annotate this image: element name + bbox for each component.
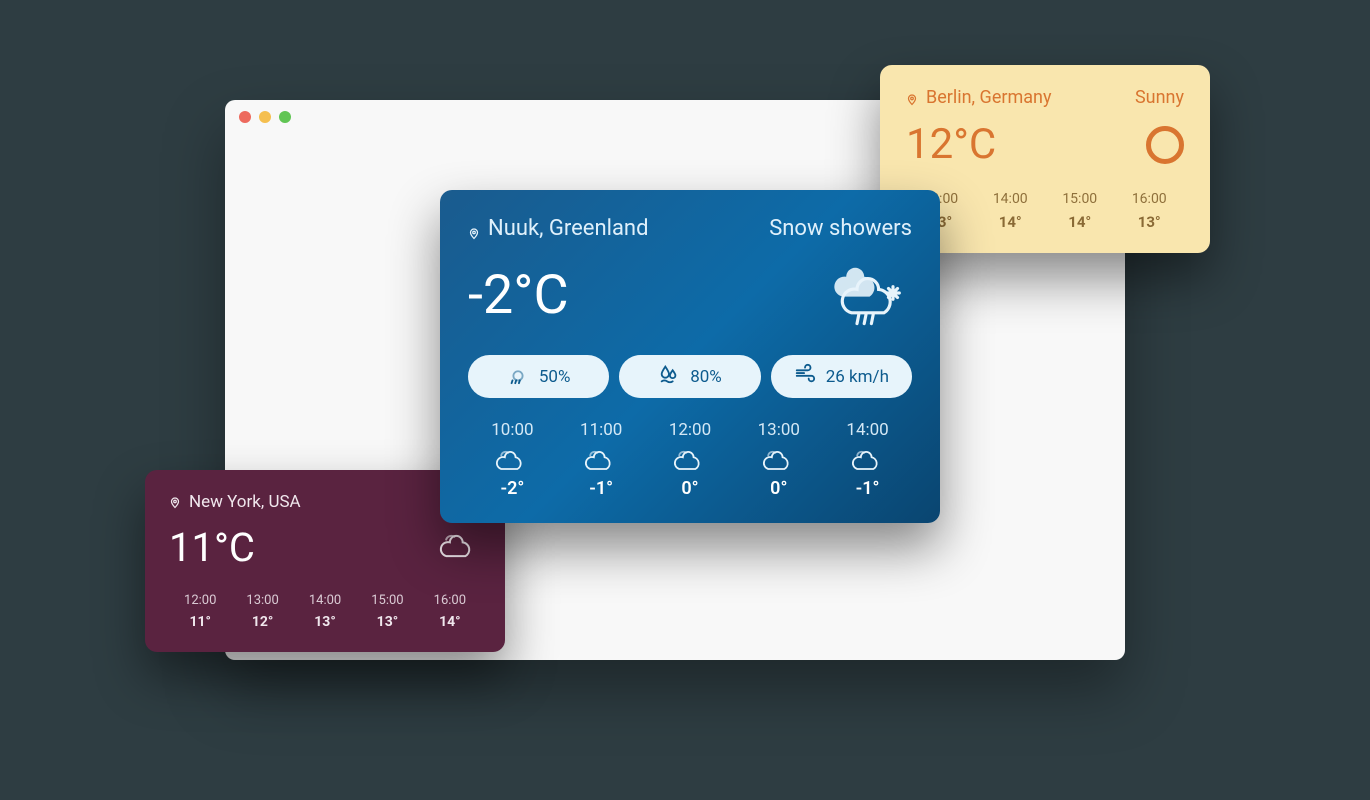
humidity-pill: 80% — [619, 355, 760, 398]
forecast-time: 11:00 — [557, 420, 646, 440]
forecast-item: 14:00 14° — [976, 191, 1046, 231]
forecast-item: 14:00 -1° — [823, 420, 912, 499]
forecast-row: 12:00 11° 13:00 12° 14:00 13° 15:00 13° … — [169, 593, 481, 630]
forecast-item: 16:00 14° — [419, 593, 481, 630]
forecast-item: 13:00 12° — [231, 593, 293, 630]
forecast-temp: 13° — [356, 614, 418, 630]
forecast-time: 15:00 — [356, 593, 418, 608]
forecast-temp: 11° — [169, 614, 231, 630]
wind-icon — [794, 363, 816, 390]
weather-card-nuuk[interactable]: Nuuk, Greenland Snow showers -2°C — [440, 190, 940, 523]
wind-value: 26 km/h — [826, 367, 889, 387]
forecast-time: 12:00 — [169, 593, 231, 608]
forecast-temp: 12° — [231, 614, 293, 630]
cloud-icon — [646, 446, 735, 474]
humidity-icon — [658, 363, 680, 390]
location-pin-icon — [468, 221, 480, 237]
cloud-icon — [734, 446, 823, 474]
forecast-item: 11:00 -1° — [557, 420, 646, 499]
wind-pill: 26 km/h — [771, 355, 912, 398]
weather-metrics: 50% 80% 26 km/h — [468, 355, 912, 398]
forecast-temp: -2° — [468, 478, 557, 499]
forecast-item: 14:00 13° — [294, 593, 356, 630]
raindrop-icon — [507, 363, 529, 390]
cloud-icon — [823, 446, 912, 474]
forecast-temp: 0° — [734, 478, 823, 499]
window-maximize-icon[interactable] — [279, 111, 291, 123]
forecast-time: 14:00 — [294, 593, 356, 608]
current-temperature: 12°C — [906, 120, 996, 169]
forecast-time: 10:00 — [468, 420, 557, 440]
cloud-icon — [557, 446, 646, 474]
forecast-item: 15:00 13° — [356, 593, 418, 630]
forecast-item: 12:00 11° — [169, 593, 231, 630]
cloudy-icon — [437, 529, 481, 567]
snow-showers-icon — [820, 257, 912, 333]
forecast-temp: 13° — [1115, 213, 1185, 231]
cloud-icon — [468, 446, 557, 474]
window-minimize-icon[interactable] — [259, 111, 271, 123]
forecast-item: 15:00 14° — [1045, 191, 1115, 231]
forecast-row: 13:00 13° 14:00 14° 15:00 14° 16:00 13° — [906, 191, 1184, 231]
forecast-temp: -1° — [823, 478, 912, 499]
location-pin-icon — [169, 494, 181, 510]
precipitation-pill: 50% — [468, 355, 609, 398]
current-temperature: -2°C — [468, 264, 569, 327]
condition-label: Snow showers — [769, 216, 912, 241]
forecast-time: 15:00 — [1045, 191, 1115, 207]
forecast-time: 14:00 — [976, 191, 1046, 207]
forecast-item: 16:00 13° — [1115, 191, 1185, 231]
forecast-time: 12:00 — [646, 420, 735, 440]
location-label: Nuuk, Greenland — [488, 216, 648, 241]
forecast-time: 13:00 — [734, 420, 823, 440]
sun-icon — [1146, 126, 1184, 164]
forecast-time: 13:00 — [231, 593, 293, 608]
forecast-item: 13:00 0° — [734, 420, 823, 499]
forecast-time: 14:00 — [823, 420, 912, 440]
location-label: New York, USA — [189, 492, 301, 512]
current-temperature: 11°C — [169, 524, 255, 571]
humidity-value: 80% — [690, 367, 722, 387]
forecast-item: 10:00 -2° — [468, 420, 557, 499]
forecast-temp: 14° — [1045, 213, 1115, 231]
forecast-temp: 14° — [976, 213, 1046, 231]
forecast-temp: 13° — [294, 614, 356, 630]
location-label: Berlin, Germany — [926, 87, 1052, 108]
forecast-time: 16:00 — [1115, 191, 1185, 207]
forecast-temp: 0° — [646, 478, 735, 499]
forecast-temp: -1° — [557, 478, 646, 499]
location-pin-icon — [906, 90, 918, 106]
forecast-temp: 14° — [419, 614, 481, 630]
condition-label: Sunny — [1135, 87, 1184, 108]
forecast-time: 16:00 — [419, 593, 481, 608]
window-close-icon[interactable] — [239, 111, 251, 123]
precipitation-value: 50% — [539, 367, 571, 387]
forecast-row: 10:00 -2° 11:00 -1° 12:00 0° 13:00 0° 14… — [468, 420, 912, 499]
forecast-item: 12:00 0° — [646, 420, 735, 499]
